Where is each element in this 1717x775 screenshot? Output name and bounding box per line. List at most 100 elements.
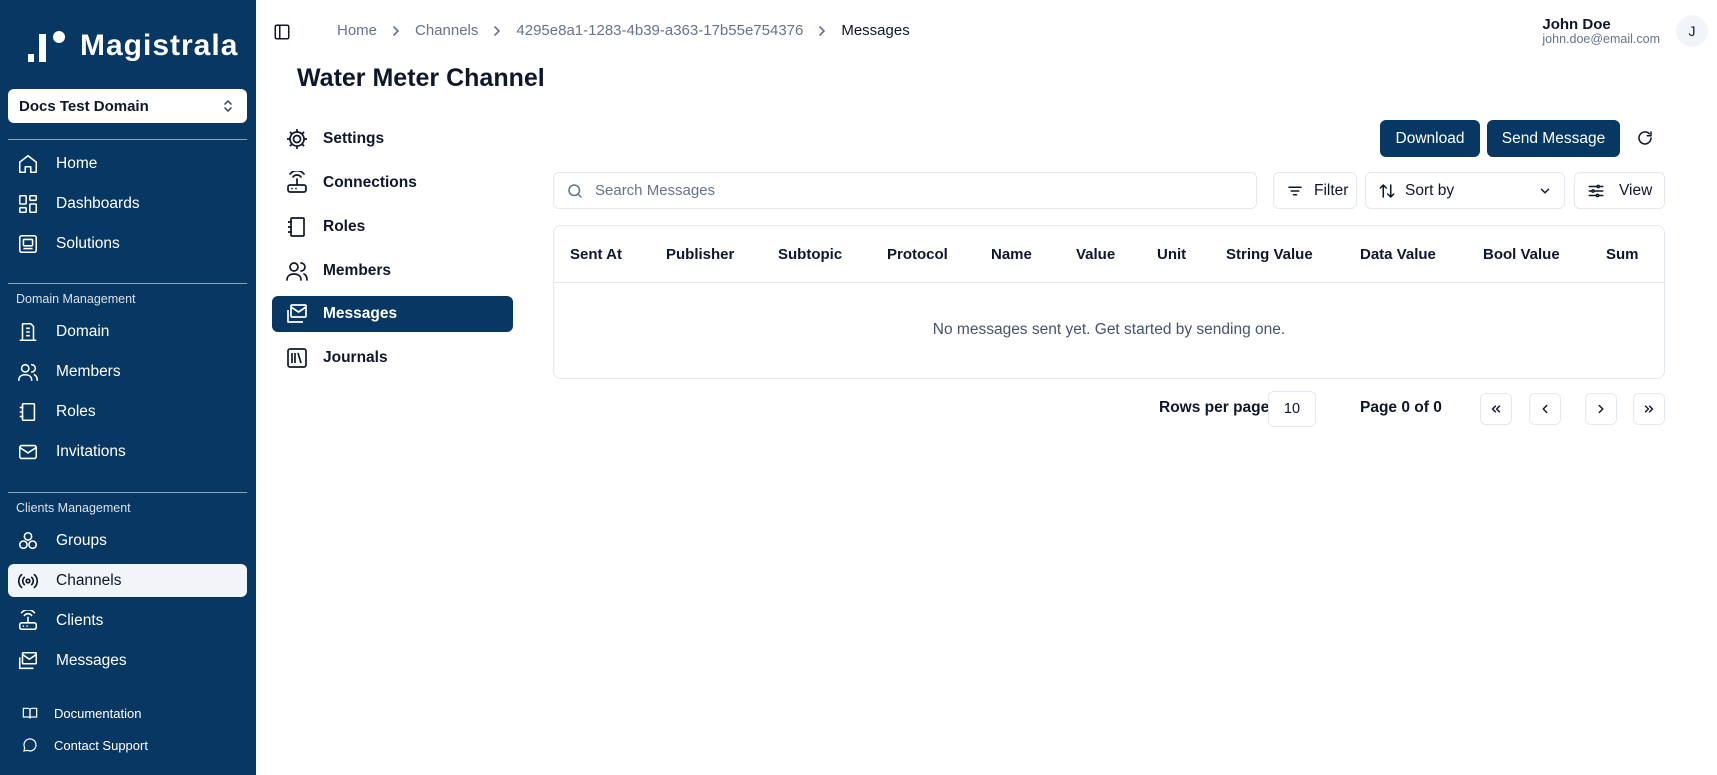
sidebar-item-members[interactable]: Members: [8, 355, 247, 388]
breadcrumb-home[interactable]: Home: [337, 22, 377, 39]
sidebar-item-roles[interactable]: Roles: [8, 395, 247, 428]
view-button[interactable]: View: [1574, 172, 1665, 209]
sidebar-divider: [8, 283, 247, 284]
column-header-string-value[interactable]: String Value: [1226, 246, 1313, 263]
breadcrumb-current: Messages: [841, 22, 910, 39]
sidebar: Magistrala Docs Test Domain Home Dashboa…: [0, 0, 256, 775]
domain-selector[interactable]: Docs Test Domain: [8, 89, 247, 123]
domain-selector-value: Docs Test Domain: [19, 97, 149, 115]
chevron-left-icon: [1538, 402, 1552, 416]
sidebar-item-label: Home: [56, 154, 98, 172]
chevrons-left-icon: [1489, 402, 1503, 416]
library-icon: [284, 345, 310, 371]
send-message-button[interactable]: Send Message: [1487, 120, 1620, 157]
users-icon: [16, 360, 40, 384]
sidebar-item-dashboards[interactable]: Dashboards: [8, 187, 247, 220]
refresh-icon[interactable]: [1636, 129, 1654, 147]
empty-state-message: No messages sent yet. Get started by sen…: [932, 321, 1286, 338]
sidebar-item-home[interactable]: Home: [8, 147, 247, 180]
sidebar-item-label: Invitations: [56, 442, 126, 460]
user-info: John Doe john.doe@email.com: [1542, 16, 1660, 46]
page-info: Page 0 of 0: [1360, 399, 1442, 416]
sidebar-item-solutions[interactable]: Solutions: [8, 227, 247, 260]
sidebar-item-label: Channels: [56, 571, 122, 589]
subnav-item-roles[interactable]: Roles: [272, 209, 513, 245]
sidebar-item-groups[interactable]: Groups: [8, 524, 247, 557]
sidebar-item-invitations[interactable]: Invitations: [8, 435, 247, 468]
column-header-sum[interactable]: Sum: [1606, 246, 1639, 263]
column-header-name[interactable]: Name: [991, 246, 1032, 263]
sidebar-item-label: Groups: [56, 531, 107, 549]
table-header: Sent At Publisher Subtopic Protocol Name…: [554, 226, 1664, 283]
subnav-item-settings[interactable]: Settings: [272, 121, 513, 157]
chevrons-right-icon: [1642, 402, 1656, 416]
column-header-data-value[interactable]: Data Value: [1360, 246, 1436, 263]
subnav-item-journals[interactable]: Journals: [272, 340, 513, 376]
sidebar-item-clients[interactable]: Clients: [8, 604, 247, 637]
breadcrumb-channels[interactable]: Channels: [415, 22, 478, 39]
broadcast-icon: [16, 569, 40, 593]
page-title: Water Meter Channel: [297, 64, 545, 92]
dashboard-icon: [16, 192, 40, 216]
sidebar-item-label: Clients: [56, 611, 104, 629]
sidebar-link-documentation[interactable]: Documentation: [22, 704, 141, 722]
search-input[interactable]: [595, 182, 1235, 199]
sort-by-select[interactable]: Sort by: [1365, 172, 1565, 209]
breadcrumb: Home Channels 4295e8a1-1283-4b39-a363-17…: [337, 22, 910, 39]
filter-label: Filter: [1314, 181, 1349, 199]
subnav-label: Connections: [323, 174, 417, 191]
column-header-subtopic[interactable]: Subtopic: [778, 246, 842, 263]
section-title-domain: Domain Management: [16, 292, 136, 306]
book-icon: [22, 704, 40, 722]
subnav-label: Roles: [323, 218, 366, 235]
breadcrumb-channel-id[interactable]: 4295e8a1-1283-4b39-a363-17b55e754376: [516, 22, 803, 39]
sort-arrows-icon: [1378, 182, 1396, 200]
sidebar-item-label: Dashboards: [56, 194, 140, 212]
router-icon: [16, 609, 40, 633]
solutions-icon: [16, 232, 40, 256]
first-page-button[interactable]: [1480, 393, 1512, 425]
column-header-bool-value[interactable]: Bool Value: [1483, 246, 1560, 263]
rows-per-page-select[interactable]: 10: [1268, 391, 1316, 427]
mail-icon: [16, 440, 40, 464]
users-icon: [284, 258, 310, 284]
chevron-right-icon: [1594, 402, 1608, 416]
router-icon: [284, 170, 310, 196]
search-box[interactable]: [553, 172, 1257, 209]
user-menu[interactable]: John Doe john.doe@email.com J: [1542, 15, 1708, 47]
sidebar-divider: [8, 492, 247, 493]
sidebar-toggle-icon[interactable]: [273, 23, 291, 41]
column-header-value[interactable]: Value: [1076, 246, 1115, 263]
notebook-icon: [284, 214, 310, 240]
sidebar-item-label: Messages: [56, 651, 127, 669]
subnav-label: Journals: [323, 349, 388, 366]
download-button[interactable]: Download: [1380, 120, 1480, 157]
column-header-sent-at[interactable]: Sent At: [570, 246, 622, 263]
avatar[interactable]: J: [1676, 15, 1708, 47]
home-icon: [16, 152, 40, 176]
mailbox-icon: [284, 301, 310, 327]
chevrons-up-down-icon: [221, 98, 235, 118]
previous-page-button[interactable]: [1529, 393, 1561, 425]
column-header-protocol[interactable]: Protocol: [887, 246, 948, 263]
subnav-item-connections[interactable]: Connections: [272, 165, 513, 201]
gear-icon: [284, 126, 310, 152]
app-name: Magistrala: [80, 29, 239, 62]
sidebar-item-channels[interactable]: Channels: [8, 564, 247, 597]
sort-label: Sort by: [1405, 181, 1455, 199]
sidebar-item-label: Roles: [56, 402, 96, 420]
sidebar-link-contact-support[interactable]: Contact Support: [22, 736, 148, 754]
subnav-label: Messages: [323, 305, 398, 322]
sliders-icon: [1587, 182, 1605, 200]
sidebar-item-messages[interactable]: Messages: [8, 644, 247, 677]
next-page-button[interactable]: [1585, 393, 1617, 425]
column-header-publisher[interactable]: Publisher: [666, 246, 734, 263]
subnav-item-messages[interactable]: Messages: [272, 296, 513, 332]
chevron-right-icon: [817, 25, 827, 37]
filter-button[interactable]: Filter: [1273, 172, 1357, 209]
column-header-unit[interactable]: Unit: [1157, 246, 1186, 263]
last-page-button[interactable]: [1633, 393, 1665, 425]
logo[interactable]: Magistrala: [26, 28, 238, 64]
subnav-item-members[interactable]: Members: [272, 253, 513, 289]
sidebar-item-domain[interactable]: Domain: [8, 315, 247, 348]
